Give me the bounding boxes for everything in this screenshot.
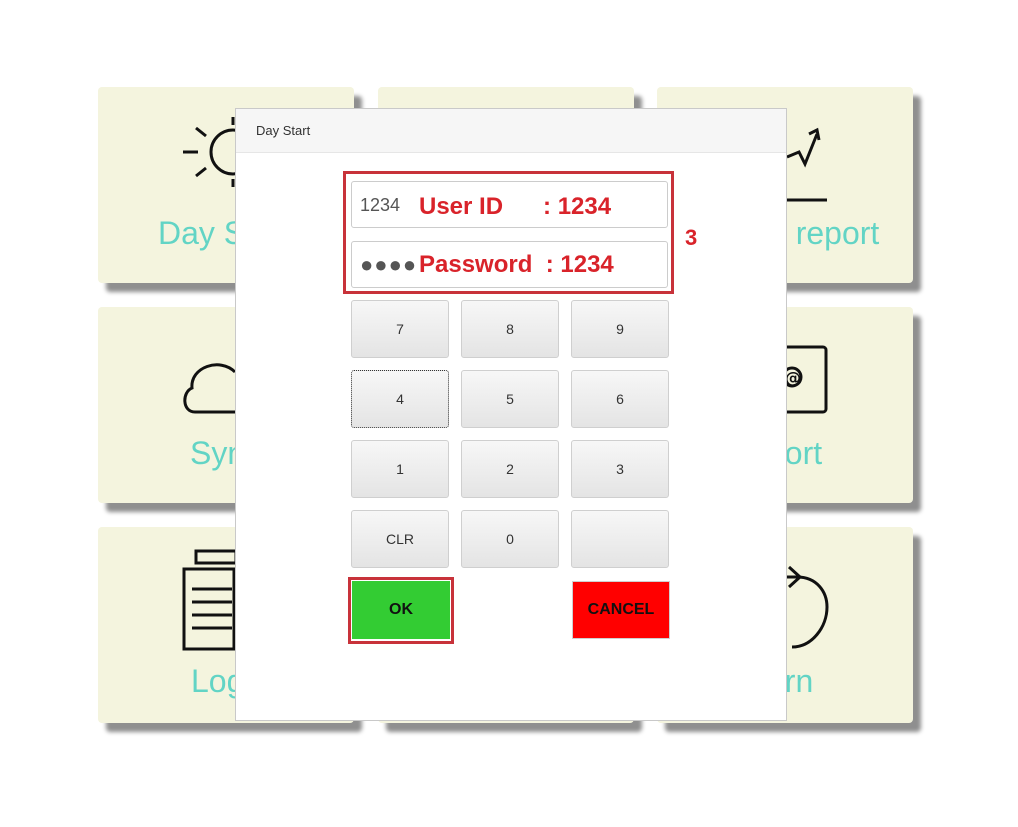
tile-label: d report [769, 215, 880, 251]
tile-label: urn [767, 663, 814, 699]
ok-button[interactable]: OK [352, 581, 450, 639]
key-clear[interactable]: CLR [351, 510, 449, 568]
key-3[interactable]: 3 [571, 440, 669, 498]
tile-label: port [767, 435, 823, 471]
document-icon [182, 549, 238, 651]
password-mask: ●●●● [360, 252, 418, 277]
key-2[interactable]: 2 [461, 440, 559, 498]
key-9[interactable]: 9 [571, 300, 669, 358]
cloud-icon [183, 363, 237, 414]
user-id-annotation: User ID : 1234 [419, 193, 612, 220]
key-1[interactable]: 1 [351, 440, 449, 498]
key-blank[interactable] [571, 510, 669, 568]
key-4[interactable]: 4 [351, 370, 449, 428]
day-start-dialog: Day Start 1234 ●●●● User ID : 1234 Passw… [235, 108, 787, 721]
step-number-annotation: 3 [685, 225, 698, 250]
password-annotation: Password : 1234 [419, 251, 614, 278]
dialog-header: Day Start [236, 109, 786, 153]
key-5[interactable]: 5 [461, 370, 559, 428]
key-0[interactable]: 0 [461, 510, 559, 568]
user-id-value: 1234 [360, 195, 401, 215]
svg-text:@: @ [785, 368, 801, 387]
key-8[interactable]: 8 [461, 300, 559, 358]
key-6[interactable]: 6 [571, 370, 669, 428]
cancel-button[interactable]: CANCEL [572, 581, 670, 639]
dialog-title: Day Start [256, 123, 311, 138]
key-7[interactable]: 7 [351, 300, 449, 358]
